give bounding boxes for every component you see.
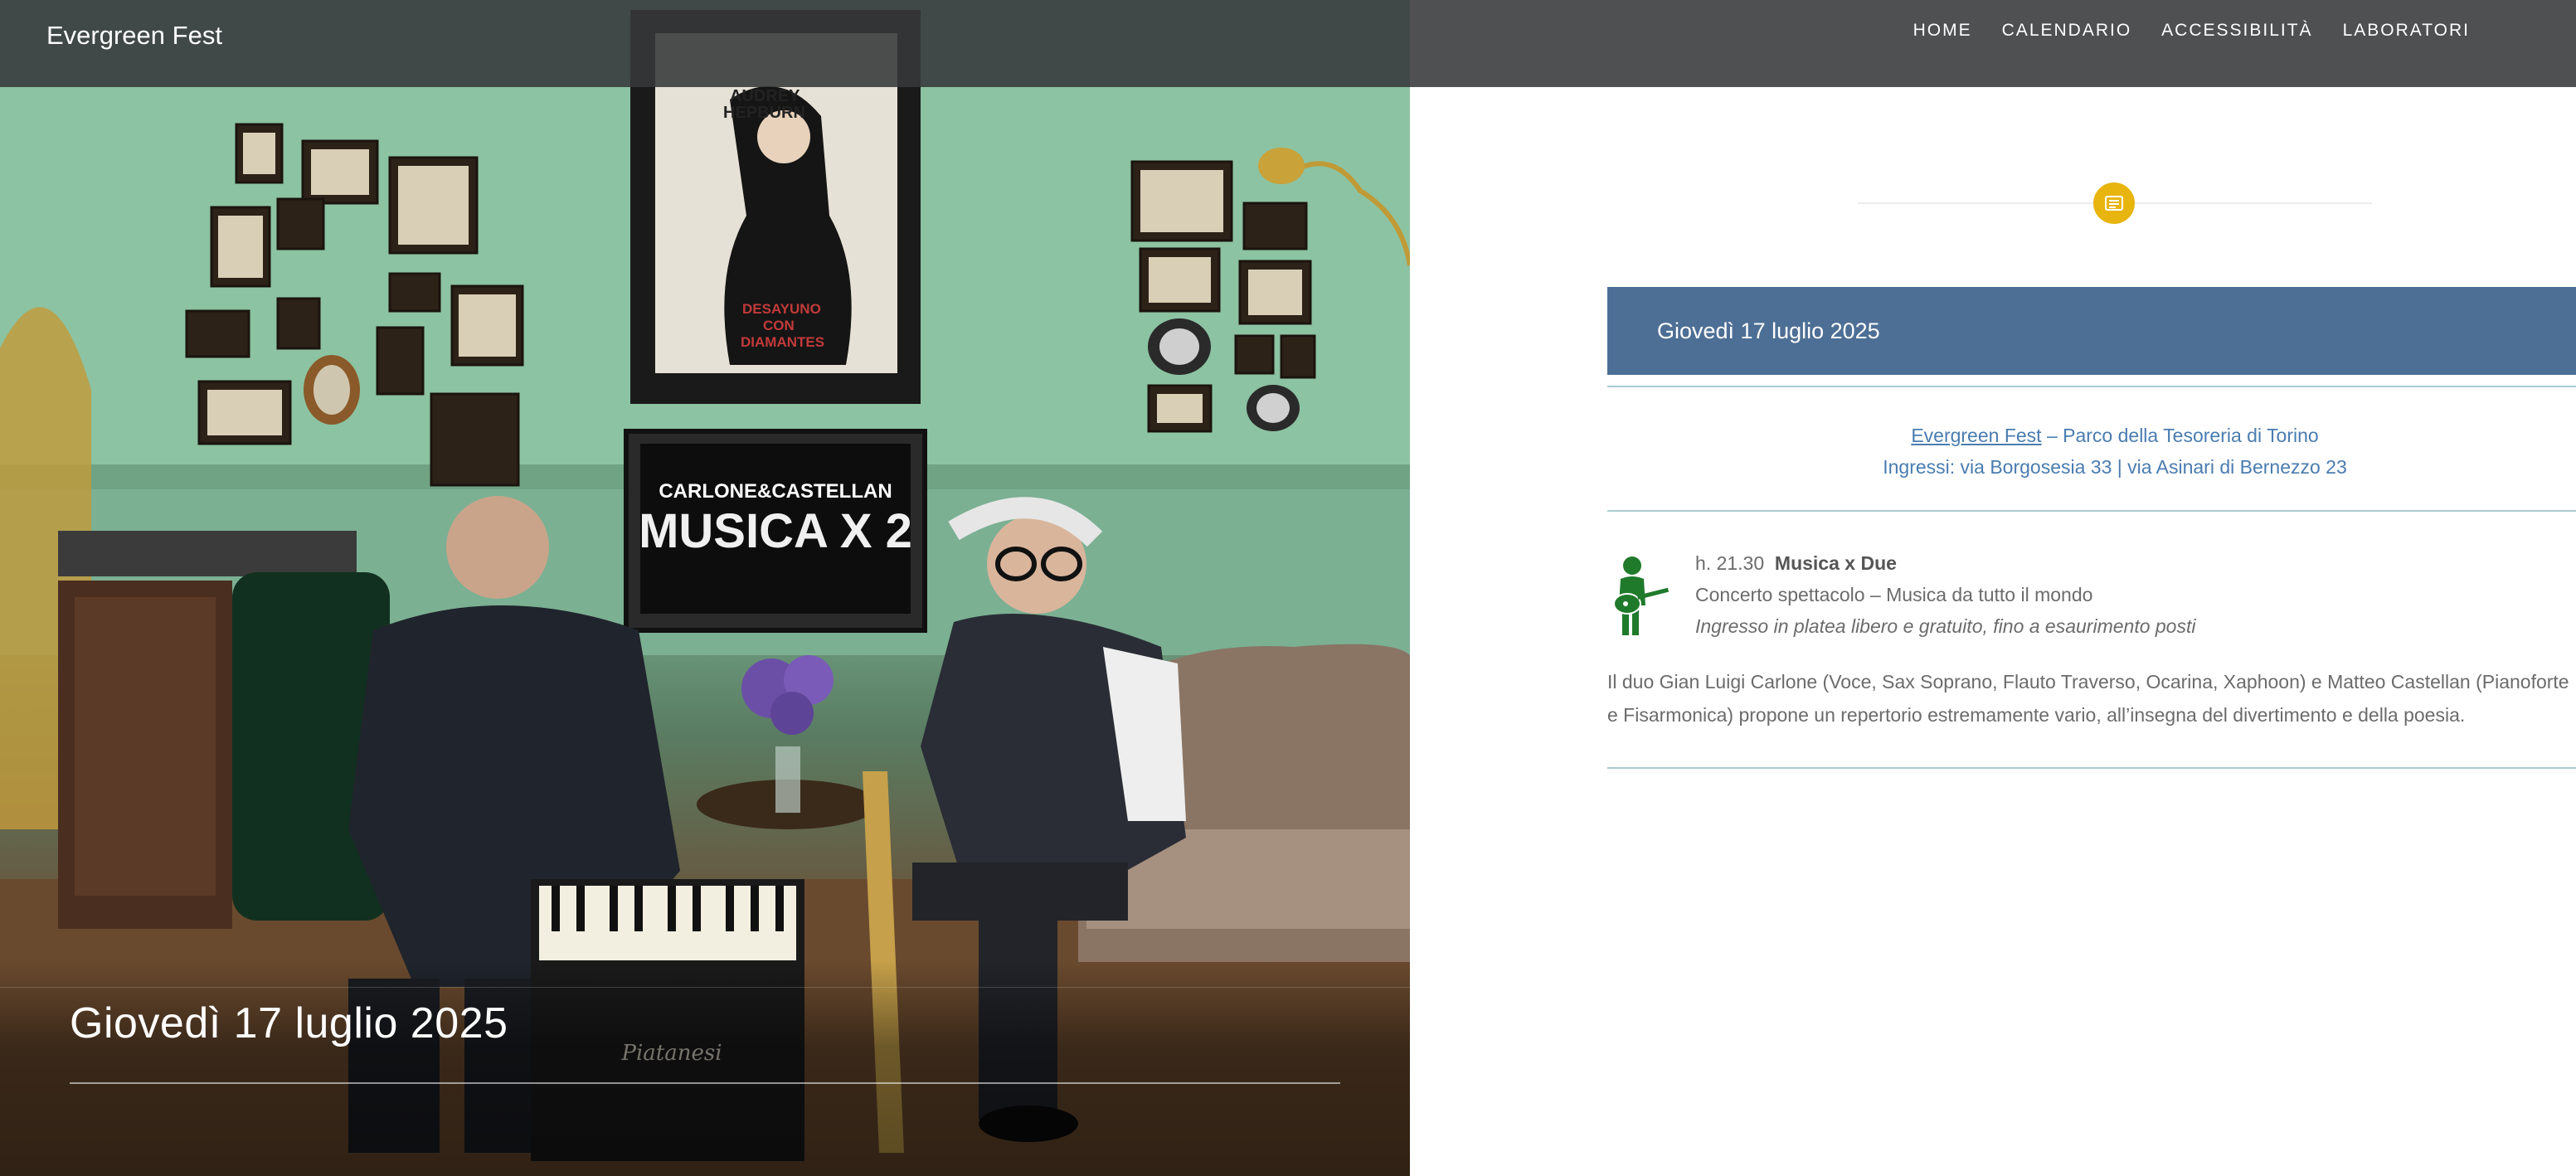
hero-image: AUDREY HEPBURN DESAYUNO CON DIAMANTES CA… [0, 0, 1410, 1176]
nav-calendario[interactable]: CALENDARIO [2002, 21, 2132, 41]
event-type: Concerto spettacolo – Musica da tutto il… [1695, 584, 2093, 605]
nav-home[interactable]: HOME [1913, 21, 1972, 41]
svg-text:HEPBURN: HEPBURN [723, 104, 805, 122]
nav-laboratori[interactable]: LABORATORI [2343, 21, 2470, 41]
venue-entrances: Ingressi: via Borgosesia 33 | via Asinar… [1883, 456, 2347, 478]
nav-accessibilita[interactable]: ACCESSIBILITÀ [2161, 21, 2312, 41]
event-title: Musica x Due [1774, 552, 1897, 574]
svg-text:CON: CON [763, 318, 795, 333]
hero-title: Giovedì 17 luglio 2025 [70, 999, 508, 1047]
event-heading: h. 21.30 Musica x Due [1695, 547, 2195, 579]
svg-text:AUDREY: AUDREY [730, 87, 800, 105]
hero-shade [0, 960, 1410, 1176]
hero-divider-bottom [70, 1082, 1340, 1084]
rule-after-banner [1607, 386, 2576, 387]
event-details: h. 21.30 Musica x Due Concerto spettacol… [1695, 547, 2195, 642]
top-navigation-bar: Evergreen Fest HOME CALENDARIO ACCESSIBI… [0, 0, 2576, 87]
svg-text:CARLONE&CASTELLAN: CARLONE&CASTELLAN [659, 480, 892, 503]
evergreen-fest-link[interactable]: Evergreen Fest [1911, 425, 2041, 446]
venue-location: – Parco della Tesoreria di Torino [2041, 425, 2319, 446]
rule-after-description [1607, 767, 2576, 769]
date-banner: Giovedì 17 luglio 2025 [1607, 287, 2576, 375]
main-navigation: HOME CALENDARIO ACCESSIBILITÀ LABORATORI [1913, 21, 2470, 41]
event-description: Il duo Gian Luigi Carlone (Voce, Sax Sop… [1607, 671, 2569, 726]
rule-after-venue [1607, 510, 2576, 512]
svg-text:MUSICA X 2: MUSICA X 2 [639, 504, 912, 558]
venue-line: Evergreen Fest – Parco della Tesoreria d… [1607, 420, 2576, 451]
event-time: h. 21.30 [1695, 552, 1765, 574]
guitar-player-icon [1609, 554, 1670, 637]
site-brand-link[interactable]: Evergreen Fest [46, 21, 222, 51]
svg-text:DIAMANTES: DIAMANTES [741, 334, 824, 350]
hero-divider-top [0, 987, 1410, 988]
calendar-list-icon [2093, 182, 2135, 224]
svg-text:DESAYUNO: DESAYUNO [742, 301, 821, 317]
venue-info: Evergreen Fest – Parco della Tesoreria d… [1607, 420, 2576, 483]
event-entry-info: Ingresso in platea libero e gratuito, fi… [1695, 615, 2196, 637]
date-banner-label: Giovedì 17 luglio 2025 [1657, 318, 1880, 343]
